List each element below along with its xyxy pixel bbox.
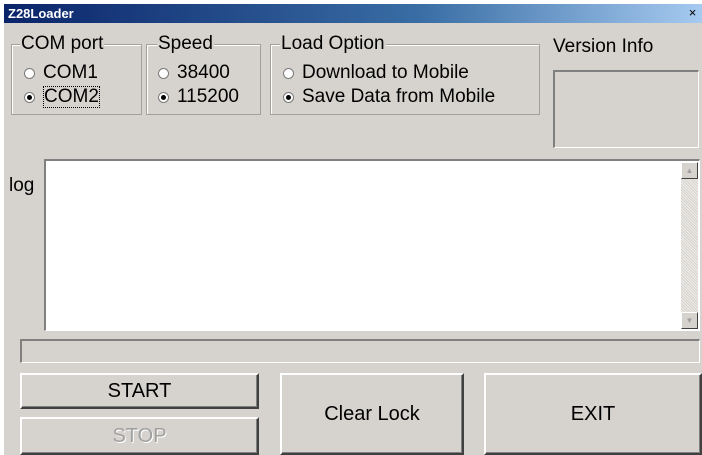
radio-button-icon [283,67,294,79]
radio-save-data-from-mobile[interactable]: Save Data from Mobile [283,86,495,108]
title-bar[interactable]: Z28Loader × [4,4,702,23]
radio-button-icon [24,67,35,79]
radio-button-icon [24,91,35,103]
radio-speed-38400[interactable]: 38400 [158,62,230,84]
clear-lock-button[interactable]: Clear Lock [280,373,464,455]
window-title: Z28Loader [8,6,74,21]
radio-button-icon [158,91,169,103]
radio-com1[interactable]: COM1 [24,62,98,84]
radio-speed-115200[interactable]: 115200 [158,86,239,108]
radio-com1-label: COM1 [43,62,98,83]
log-textbox[interactable]: ▲ ▼ [44,159,700,331]
log-label: log [9,175,35,196]
radio-download-to-mobile[interactable]: Download to Mobile [283,62,469,84]
version-info-box [553,70,699,148]
radio-button-icon [158,67,169,79]
start-button[interactable]: START [20,373,259,409]
radio-speed-38400-label: 38400 [177,62,230,83]
log-scrollbar[interactable]: ▲ ▼ [681,162,698,329]
load-option-legend: Load Option [280,33,386,55]
com-port-group: COM port COM1 COM2 [11,33,142,115]
com-port-legend: COM port [20,33,105,55]
radio-com2[interactable]: COM2 [24,86,100,108]
load-option-group: Load Option Download to Mobile Save Data… [270,33,540,115]
stop-button[interactable]: STOP [20,417,259,455]
radio-speed-115200-label: 115200 [177,86,239,107]
scroll-down-arrow-icon[interactable]: ▼ [681,312,698,329]
radio-com2-label: COM2 [43,86,100,108]
speed-group: Speed 38400 115200 [146,33,261,115]
close-icon[interactable]: × [687,6,698,19]
exit-button[interactable]: EXIT [484,373,702,455]
progress-bar [20,339,700,363]
radio-save-data-from-mobile-label: Save Data from Mobile [302,86,496,107]
version-info-label: Version Info [553,36,654,57]
radio-download-to-mobile-label: Download to Mobile [302,62,469,83]
z28loader-window: Z28Loader × COM port COM1 COM2 Speed 384… [4,4,702,455]
scroll-up-arrow-icon[interactable]: ▲ [681,162,698,179]
radio-button-icon [283,91,294,103]
